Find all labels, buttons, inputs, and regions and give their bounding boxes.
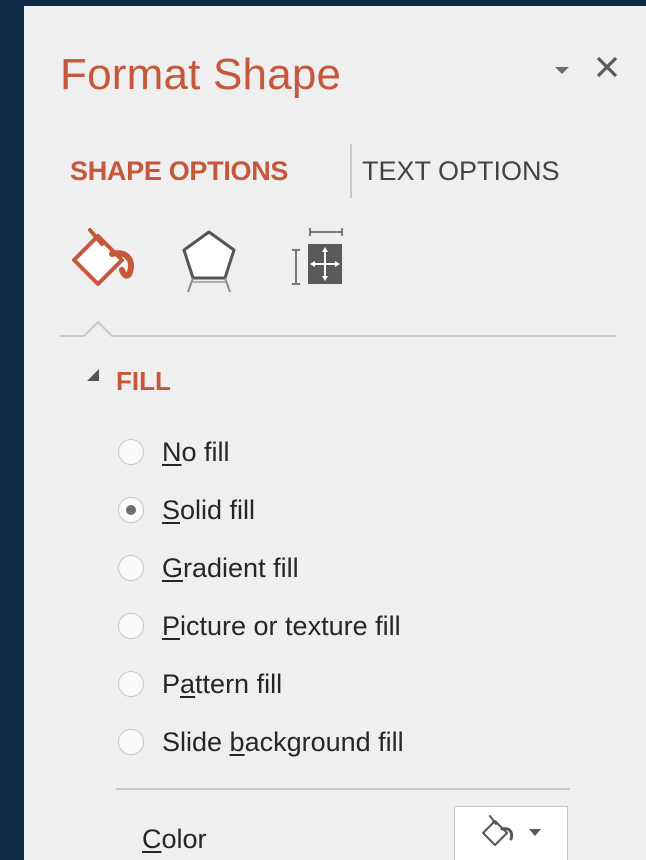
close-icon[interactable]	[592, 52, 622, 82]
radio-label: Picture or texture fill	[162, 610, 401, 641]
radio-pattern-fill[interactable]: Pattern fill	[118, 664, 282, 704]
chevron-down-icon[interactable]	[552, 60, 572, 80]
radio-gradient-fill[interactable]: Gradient fill	[118, 548, 299, 588]
radio-label: Solid fill	[162, 494, 256, 525]
effects-pentagon-icon[interactable]	[178, 226, 240, 298]
radio-button[interactable]	[118, 439, 144, 465]
radio-slide-background-fill[interactable]: Slide background fill	[118, 722, 404, 762]
radio-button[interactable]	[118, 729, 144, 755]
radio-button[interactable]	[118, 613, 144, 639]
fill-section-title[interactable]: FILL	[116, 366, 171, 397]
collapse-triangle-icon[interactable]	[86, 368, 100, 382]
radio-label: Slide background fill	[162, 726, 404, 757]
format-shape-pane: Format Shape SHAPE OPTIONS TEXT OPTIONS	[24, 6, 646, 860]
fill-color-picker-button[interactable]	[454, 806, 568, 860]
radio-button[interactable]	[118, 497, 144, 523]
tab-text-options[interactable]: TEXT OPTIONS	[362, 154, 560, 188]
radio-label: Pattern fill	[162, 668, 283, 699]
radio-picture-texture-fill[interactable]: Picture or texture fill	[118, 606, 401, 646]
radio-solid-fill[interactable]: Solid fill	[118, 490, 255, 530]
section-divider	[116, 788, 570, 790]
fill-line-icon[interactable]	[68, 224, 140, 296]
radio-label: No fill	[162, 436, 230, 467]
pane-title: Format Shape	[60, 50, 342, 99]
color-label: Color	[142, 824, 207, 854]
tab-shape-options[interactable]: SHAPE OPTIONS	[70, 154, 288, 188]
radio-button[interactable]	[118, 671, 144, 697]
size-properties-icon[interactable]	[286, 224, 348, 296]
paint-bucket-icon	[482, 815, 541, 846]
tab-separator	[350, 144, 352, 198]
radio-label: Gradient fill	[162, 552, 299, 583]
tab-indicator-divider	[60, 320, 616, 337]
radio-button[interactable]	[118, 555, 144, 581]
radio-no-fill[interactable]: No fill	[118, 432, 230, 472]
window-background: Format Shape SHAPE OPTIONS TEXT OPTIONS	[0, 0, 646, 860]
